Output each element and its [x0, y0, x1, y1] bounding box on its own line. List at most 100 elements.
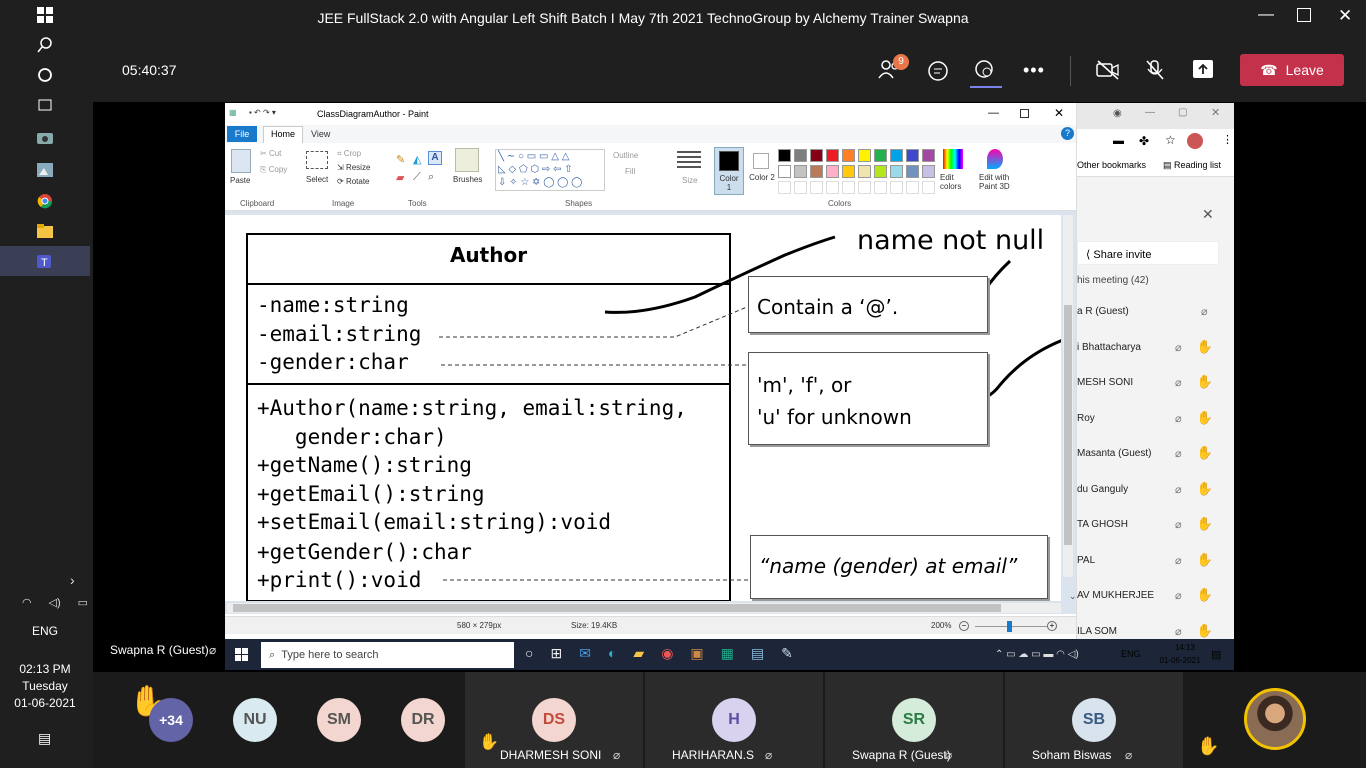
eraser-icon[interactable]: ▰ [396, 171, 404, 184]
fill-button[interactable]: Fill [625, 167, 635, 176]
color1-button[interactable]: Color 1 [714, 147, 744, 195]
vertical-scrollbar[interactable] [1063, 215, 1073, 577]
palette-swatch[interactable] [922, 149, 935, 162]
participant-row[interactable]: du Ganguly ⌀ ✋ [1077, 478, 1234, 508]
resize-button[interactable]: ⇲ Resize [337, 163, 370, 172]
size-icon[interactable] [677, 151, 701, 169]
search-icon[interactable] [30, 34, 60, 56]
palette-swatch[interactable] [890, 165, 903, 178]
paste-button[interactable]: Paste [230, 176, 250, 185]
browser-maximize-icon[interactable]: ▢ [1178, 107, 1187, 118]
quick-access-toolbar[interactable]: ▪ ↶ ↷ ▾ [249, 108, 276, 117]
file-explorer-icon[interactable] [30, 220, 60, 242]
zoom-slider[interactable] [975, 621, 1047, 632]
participants-button[interactable]: 9 [878, 54, 909, 80]
browser-menu-icon[interactable]: ◉ [1113, 108, 1122, 119]
more-options-icon[interactable]: ••• [1023, 60, 1045, 81]
fill-bucket-icon[interactable]: ◭ [413, 153, 421, 166]
palette-swatch[interactable] [778, 149, 791, 162]
palette-swatch-empty[interactable] [778, 181, 791, 194]
palette-swatch-empty[interactable] [890, 181, 903, 194]
zoom-in-icon[interactable]: + [1047, 621, 1057, 631]
battery-icon[interactable]: ▭ [78, 596, 88, 612]
paint3d-button[interactable]: Edit with Paint 3D [979, 173, 1019, 191]
mail-icon[interactable]: ✉ [579, 645, 591, 665]
palette-swatch-empty[interactable] [858, 181, 871, 194]
task-view-icon[interactable] [30, 94, 60, 116]
more-participants-badge[interactable]: +34 [149, 698, 193, 742]
participant-tile[interactable]: SB Soham Biswas ⌀ [1005, 672, 1183, 768]
zoom-slider-thumb[interactable] [1007, 621, 1012, 632]
taskbar-lang[interactable]: ENG [1121, 649, 1141, 659]
palette-swatch[interactable] [794, 149, 807, 162]
file-explorer-icon[interactable]: ▰ [633, 645, 644, 665]
crop-button[interactable]: ⌗ Crop [337, 149, 361, 159]
close-icon[interactable]: ✕ [1338, 6, 1352, 26]
excel-icon[interactable]: ▦ [721, 645, 734, 665]
cortana-icon[interactable]: ○ [525, 645, 533, 665]
palette-swatch[interactable] [858, 149, 871, 162]
participant-row[interactable]: Masanta (Guest) ⌀ ✋ [1077, 442, 1234, 472]
app-icon[interactable]: ▤ [751, 645, 764, 665]
maximize-icon[interactable] [1297, 8, 1311, 22]
palette-swatch[interactable] [874, 165, 887, 178]
palette-swatch-empty[interactable] [826, 181, 839, 194]
zoom-out-icon[interactable]: − [959, 621, 969, 631]
palette-swatch[interactable] [810, 149, 823, 162]
color-picker-icon[interactable]: ⟋ [413, 171, 421, 184]
brushes-button[interactable]: Brushes [453, 175, 482, 184]
text-tool-icon[interactable]: A [428, 151, 442, 165]
palette-swatch[interactable] [922, 165, 935, 178]
participant-row[interactable]: MESH SONI ⌀ ✋ [1077, 371, 1234, 401]
chrome-icon[interactable]: ◉ [661, 645, 673, 665]
palette-swatch[interactable] [890, 149, 903, 162]
palette-swatch[interactable] [842, 165, 855, 178]
action-center-icon[interactable]: ▤ [38, 730, 51, 747]
color-palette[interactable] [776, 149, 956, 197]
horizontal-scrollbar[interactable] [227, 603, 1061, 613]
participant-avatar[interactable]: SM [317, 698, 361, 742]
photos-app-icon[interactable] [30, 159, 60, 181]
edit-colors-button[interactable]: Edit colors [940, 173, 970, 191]
cut-button[interactable]: ✂ Cut [260, 149, 281, 158]
share-content-icon[interactable] [1193, 60, 1213, 83]
select-icon[interactable] [306, 151, 328, 169]
palette-swatch-empty[interactable] [842, 181, 855, 194]
reactions-button[interactable] [970, 58, 1002, 88]
mic-off-icon[interactable] [1145, 59, 1165, 86]
magnifier-icon[interactable]: ⌕ [428, 171, 434, 184]
vertical-scroll-thumb[interactable] [1064, 305, 1072, 545]
os-clock-time[interactable]: 02:13 PM [0, 662, 90, 676]
palette-swatch[interactable] [906, 149, 919, 162]
palette-swatch[interactable] [810, 165, 823, 178]
palette-swatch-empty[interactable] [874, 181, 887, 194]
browser-menu-dots-icon[interactable]: ⋮ [1222, 133, 1233, 146]
palette-swatch[interactable] [826, 149, 839, 162]
camera-app-icon[interactable] [30, 127, 60, 149]
palette-swatch[interactable] [842, 149, 855, 162]
leave-button[interactable]: ☎ Leave [1240, 54, 1344, 86]
canvas[interactable]: Author -name:string -email:string -gende… [225, 215, 1061, 601]
participant-tile[interactable]: H HARIHARAN.S ⌀ [645, 672, 823, 768]
shapes-gallery[interactable]: ╲ ∼ ○ ▭ ▭ △ △ ◺ ◇ ⬠ ⬡ ⇨ ⇦ ⇧ ⇩ ✧ ☆ ✡ ◯ ◯ ◯ [495, 149, 605, 191]
chrome-icon[interactable] [30, 190, 60, 212]
rotate-button[interactable]: ⟳ Rotate [337, 177, 370, 186]
select-button[interactable]: Select [306, 175, 328, 184]
participant-row[interactable]: PAL ⌀ ✋ [1077, 549, 1234, 579]
volume-icon[interactable]: ◁) [49, 596, 61, 612]
palette-swatch-empty[interactable] [810, 181, 823, 194]
other-bookmarks[interactable]: Other bookmarks [1077, 160, 1146, 170]
tab-view[interactable]: View [311, 126, 330, 142]
cortana-icon[interactable] [30, 64, 60, 86]
chat-icon[interactable] [927, 60, 949, 87]
participant-row[interactable]: TA GHOSH ⌀ ✋ [1077, 513, 1234, 543]
teams-taskbar-item[interactable]: T [0, 246, 90, 276]
participant-row[interactable]: i Bhattacharya ⌀ ✋ [1077, 336, 1234, 366]
tab-home[interactable]: Home [263, 126, 303, 143]
taskbar-search[interactable]: ⌕ Type here to search [261, 642, 514, 668]
taskbar-tray-icons[interactable]: ⌃ ▭ ☁ ▭ ▬ ◠ ◁) [995, 649, 1079, 660]
paint-maximize-icon[interactable] [1020, 109, 1029, 118]
browser-minimize-icon[interactable]: — [1145, 107, 1155, 118]
taskbar-time[interactable]: 14:13 [1165, 643, 1205, 652]
edit-colors-icon[interactable] [943, 149, 963, 169]
